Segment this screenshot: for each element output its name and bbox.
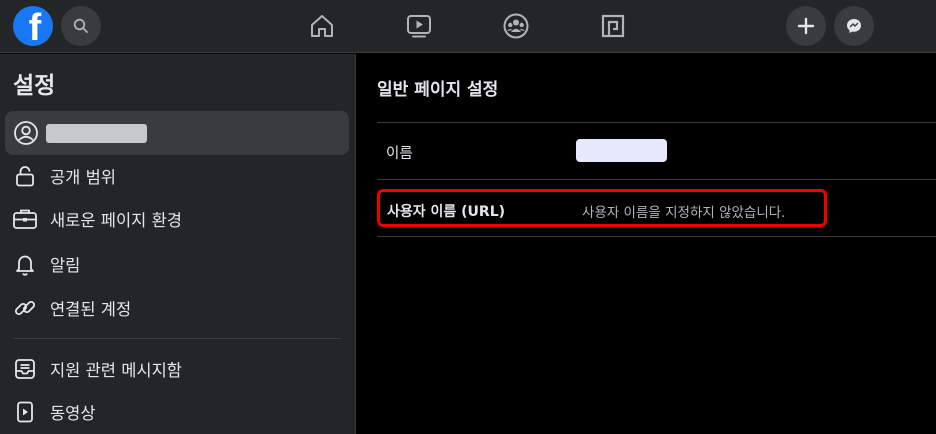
lock-icon xyxy=(12,163,38,189)
facebook-logo[interactable]: f xyxy=(13,6,53,46)
name-label: 이름 xyxy=(386,146,413,162)
bell-icon xyxy=(12,251,38,277)
watch-button[interactable] xyxy=(402,9,436,43)
sidebar-item-videos[interactable]: 동영상 xyxy=(5,392,349,432)
page-title: 일반 페이지 설정 xyxy=(377,80,499,100)
plus-icon xyxy=(797,17,815,35)
link-icon xyxy=(12,295,38,321)
sidebar-item-new-pages-experience[interactable]: 새로운 페이지 환경 xyxy=(5,199,349,239)
sidebar-item-label: 연결된 계정 xyxy=(50,300,132,319)
create-button[interactable] xyxy=(786,6,826,46)
username-url-value: 사용자 이름을 지정하지 않았습니다. xyxy=(582,205,786,221)
username-url-row[interactable]: 사용자 이름 (URL) 사용자 이름을 지정하지 않았습니다. xyxy=(377,189,827,227)
video-icon xyxy=(12,399,38,425)
search-button[interactable] xyxy=(61,6,101,46)
gaming-button[interactable] xyxy=(596,9,630,43)
sidebar-item-linked-accounts[interactable]: 연결된 계정 xyxy=(5,288,349,328)
messenger-icon xyxy=(847,19,861,33)
sidebar-item-support-inbox[interactable]: 지원 관련 메시지함 xyxy=(5,349,349,389)
groups-icon xyxy=(503,13,529,39)
top-navigation-bar: f xyxy=(0,0,936,53)
username-url-label: 사용자 이름 (URL) xyxy=(387,204,506,220)
inbox-icon xyxy=(12,356,38,382)
sidebar-item-label: 지원 관련 메시지함 xyxy=(50,361,182,380)
row-divider xyxy=(377,236,936,237)
section-divider xyxy=(377,122,936,123)
user-circle-icon xyxy=(14,121,38,145)
sidebar-item-privacy[interactable]: 공개 범위 xyxy=(5,156,349,196)
home-icon xyxy=(311,15,333,37)
page-settings-panel: 일반 페이지 설정 이름 사용자 이름 (URL) 사용자 이름을 지정하지 않… xyxy=(357,54,936,434)
sidebar-item-notifications[interactable]: 알림 xyxy=(5,244,349,284)
sidebar-item-label: 알림 xyxy=(50,256,81,275)
groups-button[interactable] xyxy=(499,9,533,43)
name-value-redacted[interactable] xyxy=(576,139,667,162)
sidebar-item-label: 새로운 페이지 환경 xyxy=(50,211,182,230)
search-icon xyxy=(73,18,88,33)
messenger-button[interactable] xyxy=(834,6,874,46)
home-button[interactable] xyxy=(305,9,339,43)
row-divider xyxy=(377,179,936,180)
sidebar-title: 설정 xyxy=(13,73,56,99)
gaming-icon xyxy=(601,14,625,38)
profile-name-redacted xyxy=(46,124,147,143)
sidebar-item-label: 동영상 xyxy=(50,404,96,423)
sidebar-item-profile[interactable] xyxy=(5,111,349,155)
watch-icon xyxy=(407,15,431,38)
facebook-logo-letter: f xyxy=(28,7,42,46)
briefcase-icon xyxy=(12,206,38,232)
sidebar-item-label: 공개 범위 xyxy=(50,168,116,187)
sidebar-divider xyxy=(13,338,341,339)
settings-sidebar: 설정 공개 범위 새로운 페이지 환경 알림 연결된 계정 지원 관련 메시지함 xyxy=(0,54,356,434)
